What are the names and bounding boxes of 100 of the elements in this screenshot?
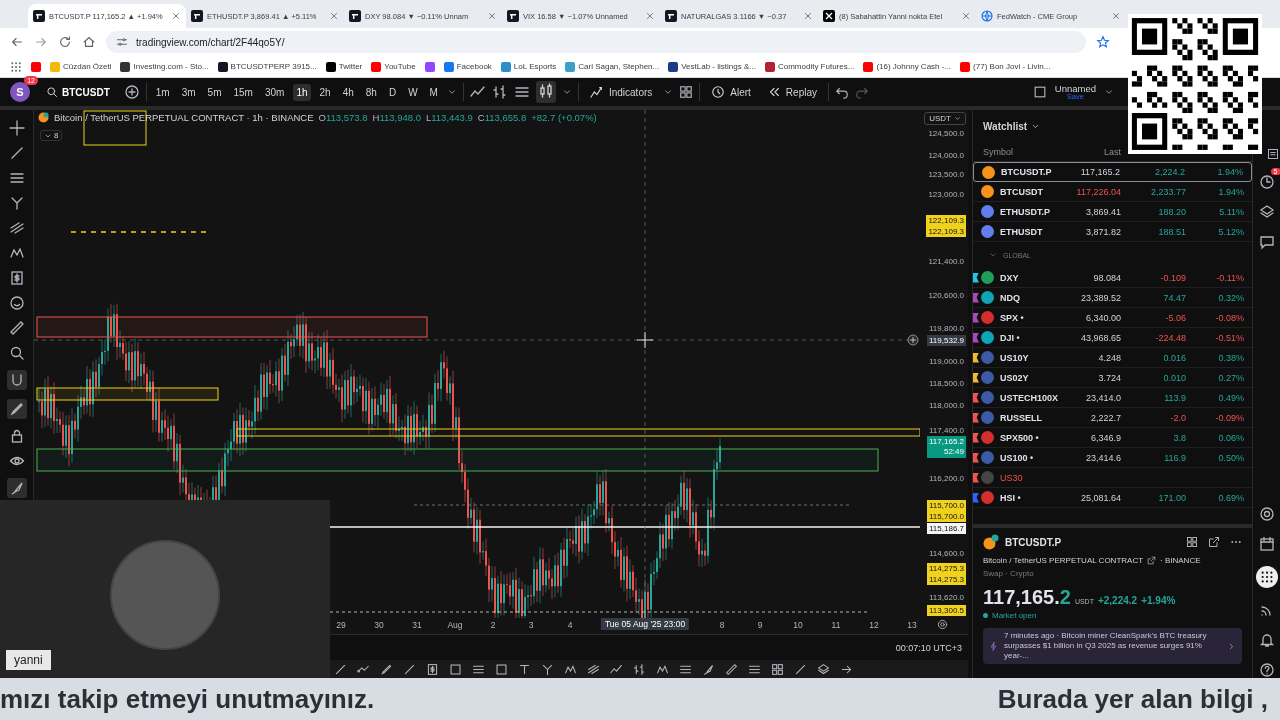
chart-symbol-title[interactable]: Bitcoin / TetherUS PERPETUAL CONTRACT · 1h · BINANCE xyxy=(54,112,314,123)
bookmark[interactable] xyxy=(424,61,435,72)
help-icon[interactable] xyxy=(1258,662,1275,678)
bookmark[interactable]: LoL Esports xyxy=(500,61,557,72)
bookmark[interactable]: Investing.com - Sto... xyxy=(120,61,209,72)
indicators-toggle[interactable]: 8 xyxy=(40,130,63,141)
bookmark[interactable]: Commodity Futures... xyxy=(764,61,855,72)
interval-button[interactable]: 5m xyxy=(204,83,225,101)
drawing-tool-icon[interactable] xyxy=(334,662,347,676)
add-symbol-icon[interactable] xyxy=(123,84,140,100)
watchlist-row[interactable]: ETHUSDT 3,871.82 188.51 5.12% xyxy=(973,222,1252,242)
bookmark[interactable]: Facebook xyxy=(443,61,492,72)
drawing-tool-icon[interactable] xyxy=(541,662,554,676)
drawing-tool-icon[interactable] xyxy=(380,662,393,676)
watchlist-row[interactable]: US100 • 23,414.6 116.9 0.50% xyxy=(973,448,1252,468)
settings-icon[interactable] xyxy=(937,619,948,630)
bookmark[interactable]: (16) Johnny Cash -... xyxy=(863,61,952,72)
color-flag-icon[interactable] xyxy=(973,472,979,483)
interval-button[interactable]: 2h xyxy=(316,83,334,101)
alert-button[interactable]: Alert xyxy=(706,82,756,102)
bell-icon[interactable] xyxy=(1258,632,1275,648)
watchlist-row[interactable]: NDQ 23,389.52 74.47 0.32% xyxy=(973,288,1252,308)
drawing-tool-icon[interactable] xyxy=(449,662,462,676)
bookmark[interactable]: (77) Bon Jovi - Livin... xyxy=(960,61,1051,72)
reload-icon[interactable] xyxy=(58,35,72,49)
layout-grid-icon[interactable] xyxy=(679,85,694,99)
symbol-title[interactable]: BTCUSDT.P xyxy=(1005,536,1062,548)
bookmark[interactable]: VestLab - listings &... xyxy=(668,61,756,72)
color-flag-icon[interactable] xyxy=(973,352,979,363)
watchlist-row[interactable]: DXY 98.084 -0.109 -0.11% xyxy=(973,268,1252,288)
target-icon[interactable] xyxy=(1258,506,1275,522)
currency-select[interactable]: USDT xyxy=(924,112,966,125)
bar-chart-icon[interactable] xyxy=(491,84,508,100)
news-item[interactable]: 7 minutes ago · Bitcoin miner CleanSpark's BTC treasury surpasses $1 billion in Q3 2025 as revenue surges 91% year-... xyxy=(983,628,1242,664)
interval-button[interactable]: M xyxy=(426,83,441,101)
interval-button[interactable]: 30m xyxy=(261,83,288,101)
chat-icon[interactable] xyxy=(1258,234,1275,250)
interval-button[interactable]: 15m xyxy=(230,83,256,101)
watchlist-row[interactable]: SPX500 • 6,346.9 3.8 0.06% xyxy=(973,428,1252,448)
drawing-tool-icon[interactable] xyxy=(403,662,416,676)
bookmark[interactable]: BTCUSDTPERP 3915... xyxy=(217,61,317,72)
layers-icon[interactable] xyxy=(1258,204,1275,220)
apps-button[interactable] xyxy=(1255,566,1278,588)
close-icon[interactable] xyxy=(487,11,497,21)
watchlist-row[interactable]: HSI • 25,081.64 171.00 0.69% xyxy=(973,488,1252,508)
watchlist-row[interactable]: SPX • 6,340.00 -5.06 -0.08% xyxy=(973,308,1252,328)
drawing-tool-icon[interactable] xyxy=(702,662,715,676)
color-flag-icon[interactable] xyxy=(973,272,979,283)
watchlist-row[interactable]: USTECH100X 23,414.0 113.9 0.49% xyxy=(973,388,1252,408)
bookmark[interactable]: YouTube xyxy=(371,61,416,72)
horizontal-lines-icon[interactable] xyxy=(8,170,25,186)
list-icon[interactable] xyxy=(513,84,530,100)
watchlist-row[interactable]: DJI • 43,968.65 -224.48 -0.51% xyxy=(973,328,1252,348)
candlestick-icon[interactable] xyxy=(537,83,554,99)
ruler-icon[interactable] xyxy=(8,320,25,336)
interval-button[interactable]: 3m xyxy=(178,83,199,101)
close-icon[interactable] xyxy=(171,11,181,21)
address-bar[interactable]: tradingview.com/chart/2F44qo5Y/ xyxy=(106,31,1086,53)
close-icon[interactable] xyxy=(645,11,655,21)
bookmark[interactable]: Cüzdan Özeti xyxy=(50,61,112,72)
star-icon[interactable] xyxy=(1096,35,1110,49)
drawing-tool-icon[interactable] xyxy=(725,662,738,676)
watchlist-row[interactable]: US10Y 4.248 0.016 0.38% xyxy=(973,348,1252,368)
chevron-down-icon[interactable] xyxy=(561,87,572,97)
watchlist-row[interactable]: RUSSELL 2,222.7 -2.0 -0.09% xyxy=(973,408,1252,428)
chevron-down-icon[interactable] xyxy=(1104,87,1114,97)
color-flag-icon[interactable] xyxy=(973,312,979,323)
watchlist-title[interactable]: Watchlist xyxy=(983,120,1028,132)
drawing-tool-icon[interactable] xyxy=(633,662,646,676)
drawing-tool-icon[interactable] xyxy=(518,662,531,676)
watchlist-row[interactable]: BTCUSDT 117,226.04 2,233.77 1.94% xyxy=(973,182,1252,202)
color-flag-icon[interactable] xyxy=(973,452,979,463)
indicators-button[interactable]: Indicators xyxy=(584,82,658,102)
edit-icon[interactable] xyxy=(1208,536,1220,548)
crosshair-icon[interactable] xyxy=(8,120,25,136)
alerts-clock-icon[interactable] xyxy=(1258,174,1275,190)
apps-grid-icon[interactable] xyxy=(10,60,22,73)
drawing-tool-icon[interactable] xyxy=(426,662,439,676)
zoom-in-icon[interactable] xyxy=(8,345,25,361)
bookmark[interactable]: Twitter xyxy=(325,61,363,72)
layout-checkbox-icon[interactable] xyxy=(1032,85,1047,99)
drawing-tool-icon[interactable] xyxy=(794,662,807,676)
replay-button[interactable]: Replay xyxy=(761,82,822,102)
undo-icon[interactable] xyxy=(835,85,849,99)
channel-icon[interactable] xyxy=(8,220,25,236)
column-header[interactable]: Symbol xyxy=(983,146,1013,157)
color-flag-icon[interactable] xyxy=(973,372,979,383)
close-icon[interactable] xyxy=(1111,11,1121,21)
bookmark[interactable]: Carl Sagan, Stephen... xyxy=(565,61,660,72)
drawing-tool-icon[interactable] xyxy=(495,662,508,676)
calendar-icon[interactable] xyxy=(1258,536,1275,552)
close-icon[interactable] xyxy=(803,11,813,21)
color-flag-icon[interactable] xyxy=(973,412,979,423)
bookmark[interactable] xyxy=(31,61,41,72)
drawing-tool-icon[interactable] xyxy=(610,662,623,676)
interval-button[interactable]: W xyxy=(405,83,421,101)
external-link-icon[interactable] xyxy=(1147,556,1157,565)
watchlist-row[interactable]: US02Y 3.724 0.010 0.27% xyxy=(973,368,1252,388)
watchlist-icon[interactable] xyxy=(1267,148,1279,160)
watchlist-row[interactable]: ETHUSDT.P 3,869.41 188.20 5.11% xyxy=(973,202,1252,222)
